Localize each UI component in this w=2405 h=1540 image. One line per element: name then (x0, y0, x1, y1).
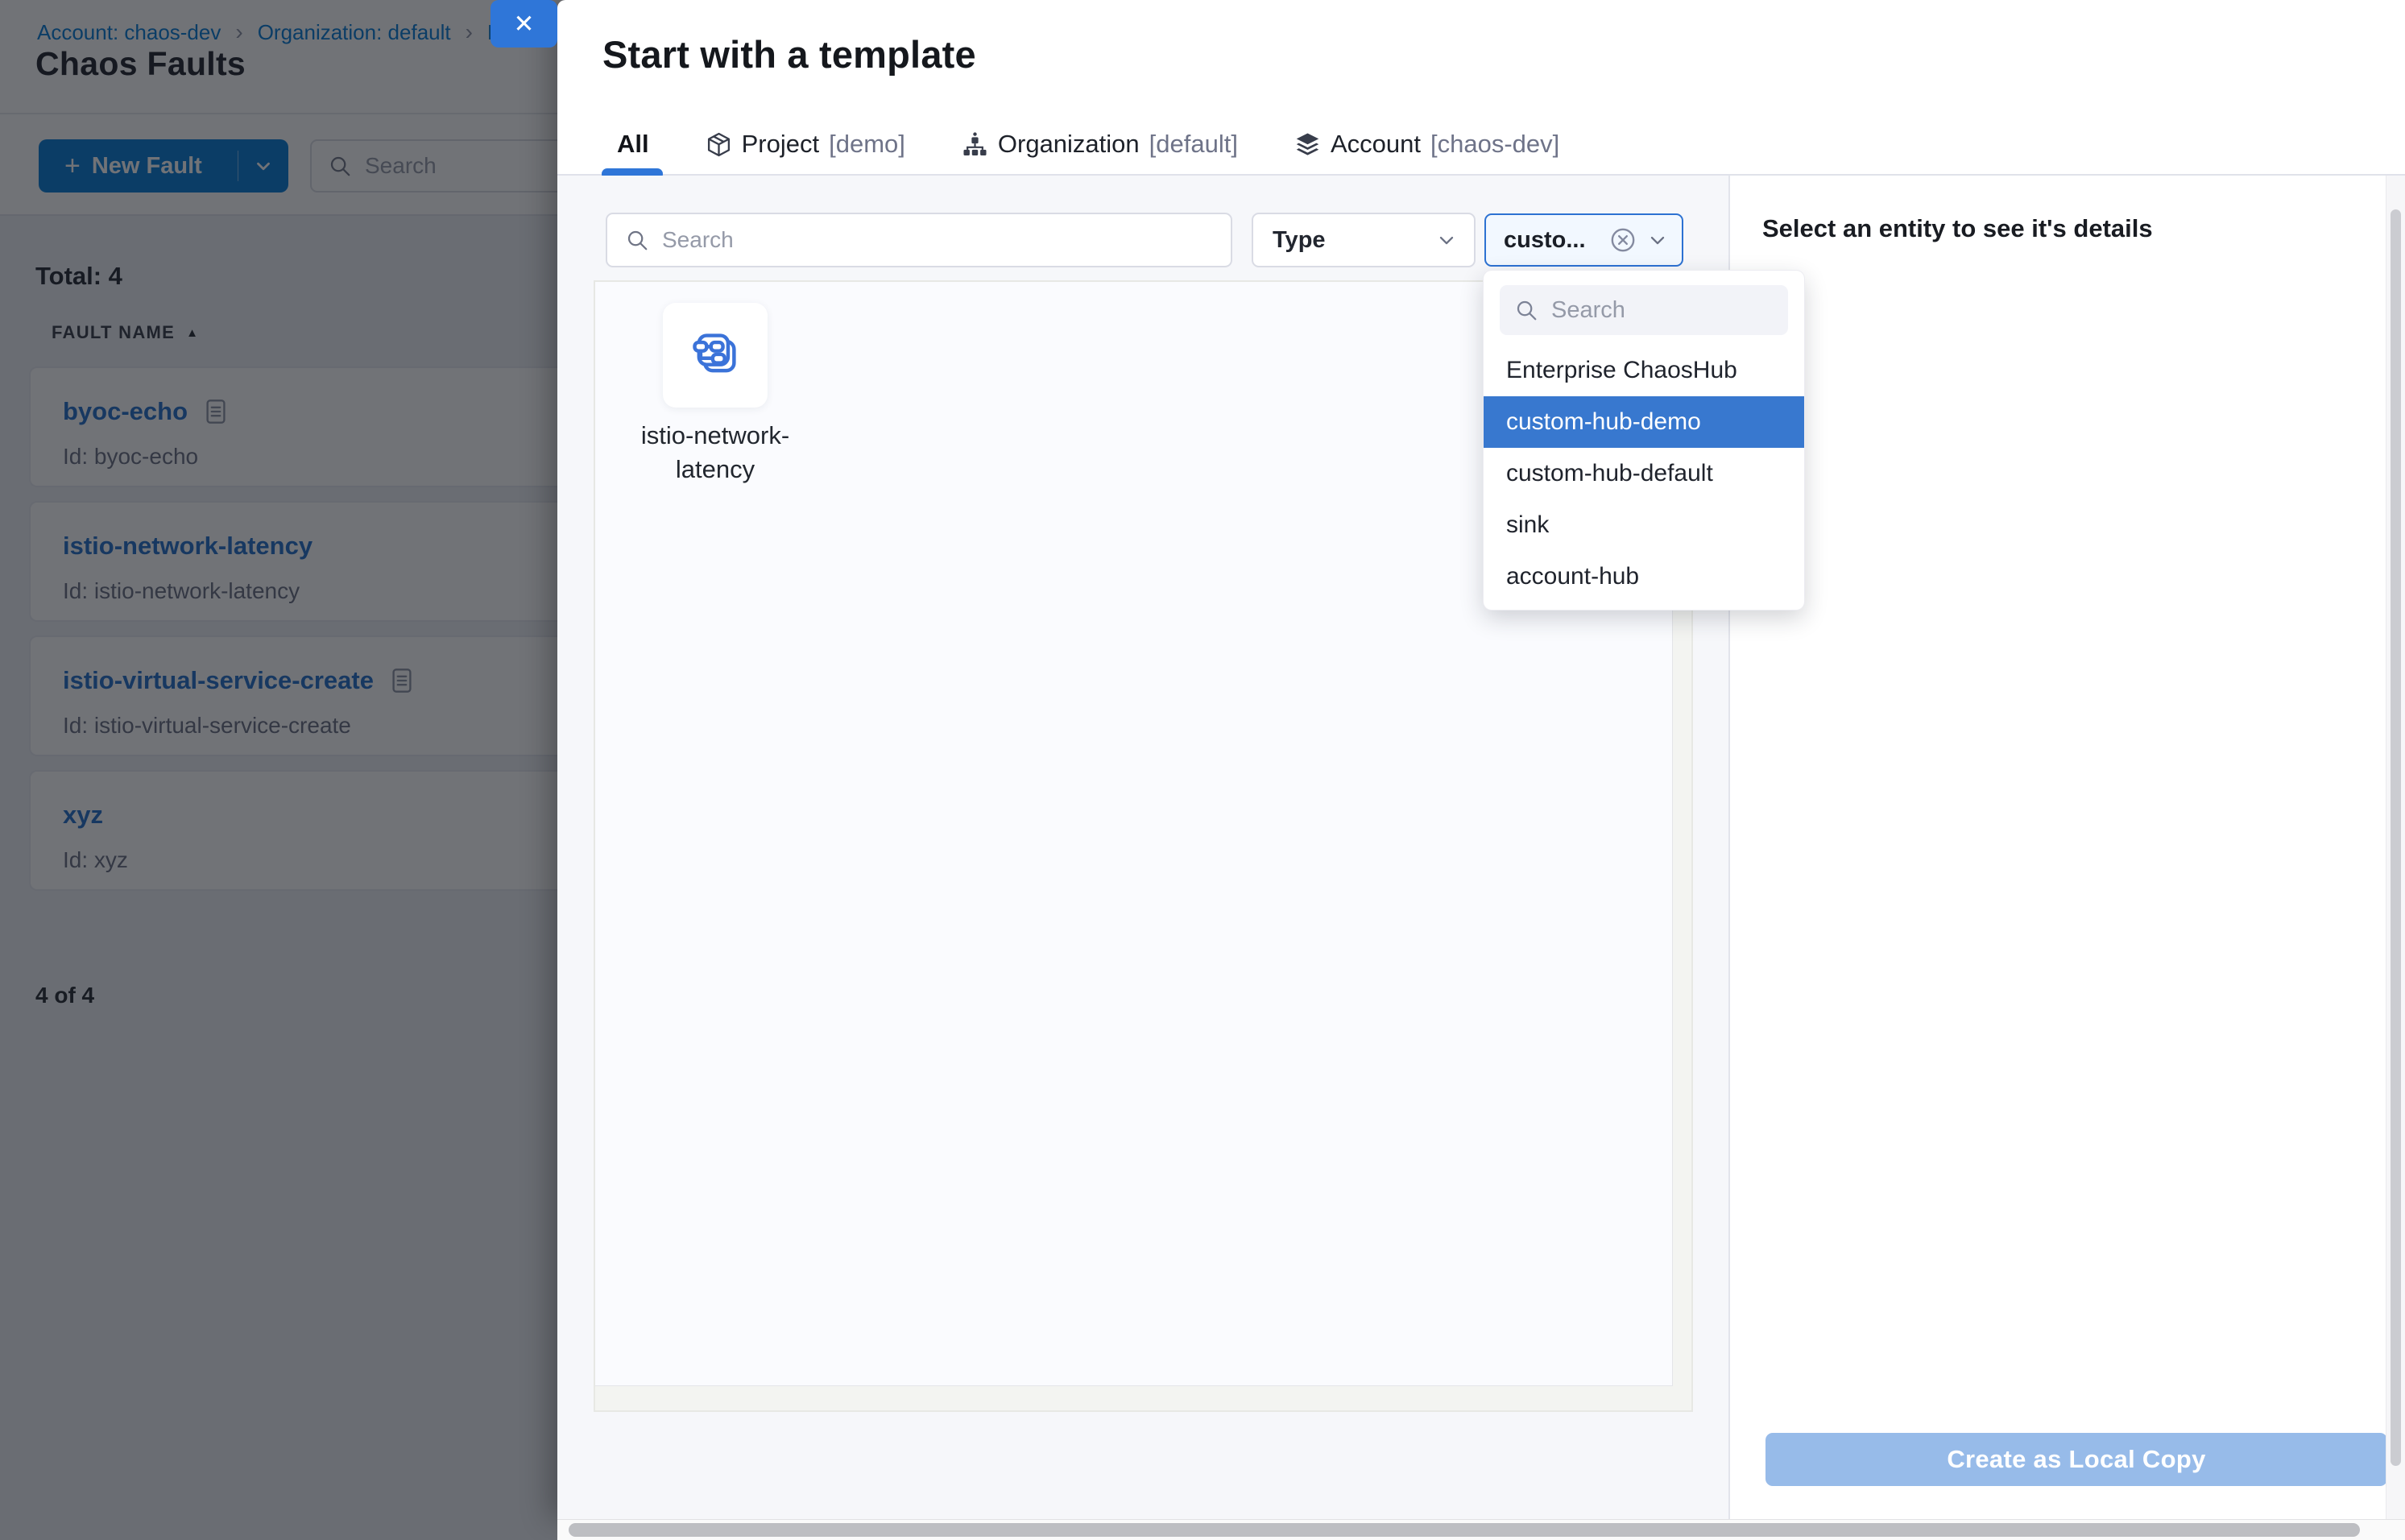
details-panel: Select an entity to see it's details Cre… (1728, 176, 2405, 1519)
layers-icon (1294, 131, 1321, 158)
template-search (606, 213, 1232, 267)
tab-organization[interactable]: Organization [default] (962, 130, 1238, 159)
workflow-template-icon (688, 328, 743, 383)
tab-suffix: [default] (1149, 130, 1238, 159)
type-filter-dropdown[interactable]: Type (1252, 213, 1476, 267)
details-empty-text: Select an entity to see it's details (1762, 214, 2153, 243)
search-icon (1514, 298, 1538, 322)
create-local-copy-button[interactable]: Create as Local Copy (1765, 1433, 2387, 1486)
tab-all[interactable]: All (617, 130, 649, 159)
hub-dropdown-panel: Enterprise ChaosHub custom-hub-demo cust… (1484, 271, 1804, 610)
screen: Account: chaos-dev › Organization: defau… (0, 0, 2405, 1540)
horizontal-scrollbar-thumb[interactable] (569, 1523, 2360, 1537)
vertical-scrollbar-thumb[interactable] (2391, 209, 2401, 1466)
chevron-down-icon (1435, 229, 1458, 251)
start-template-modal: ✕ Start with a template All Project [dem… (557, 0, 2405, 1519)
template-search-input[interactable] (662, 227, 1213, 253)
vertical-scrollbar (2386, 176, 2405, 1519)
modal-title: Start with a template (602, 32, 976, 77)
template-card-istio-network-latency[interactable] (663, 303, 768, 408)
tab-label: Project (742, 130, 819, 159)
tab-suffix: [demo] (829, 130, 905, 159)
cube-icon (706, 131, 732, 158)
close-button[interactable]: ✕ (491, 0, 557, 48)
horizontal-scrollbar (557, 1519, 2405, 1540)
chevron-down-icon[interactable] (1646, 229, 1669, 251)
template-card-label: istio-network-latency (592, 419, 838, 486)
hub-dropdown-search-input[interactable] (1551, 297, 1774, 324)
hub-option-sink[interactable]: sink (1484, 499, 1804, 551)
hub-filter-dropdown[interactable]: custo... (1484, 213, 1683, 267)
hub-option-custom-hub-demo[interactable]: custom-hub-demo (1484, 396, 1804, 448)
type-filter-label: Type (1273, 227, 1326, 254)
tab-account[interactable]: Account [chaos-dev] (1294, 130, 1559, 159)
tab-label: Organization (998, 130, 1140, 159)
search-icon (625, 228, 649, 252)
clear-filter-icon[interactable] (1609, 226, 1637, 254)
scope-tabs: All Project [demo] Organization [default… (617, 119, 1559, 169)
tab-label: Account (1331, 130, 1421, 159)
hub-dropdown-search (1500, 285, 1788, 335)
hub-option-enterprise-chaoshub[interactable]: Enterprise ChaosHub (1484, 345, 1804, 396)
tab-label: All (617, 130, 649, 159)
tab-suffix: [chaos-dev] (1430, 130, 1559, 159)
hub-filter-value: custo... (1504, 227, 1586, 254)
hub-option-account-hub[interactable]: account-hub (1484, 551, 1804, 602)
tab-project[interactable]: Project [demo] (706, 130, 905, 159)
org-chart-icon (962, 131, 988, 158)
hub-option-custom-hub-default[interactable]: custom-hub-default (1484, 448, 1804, 499)
